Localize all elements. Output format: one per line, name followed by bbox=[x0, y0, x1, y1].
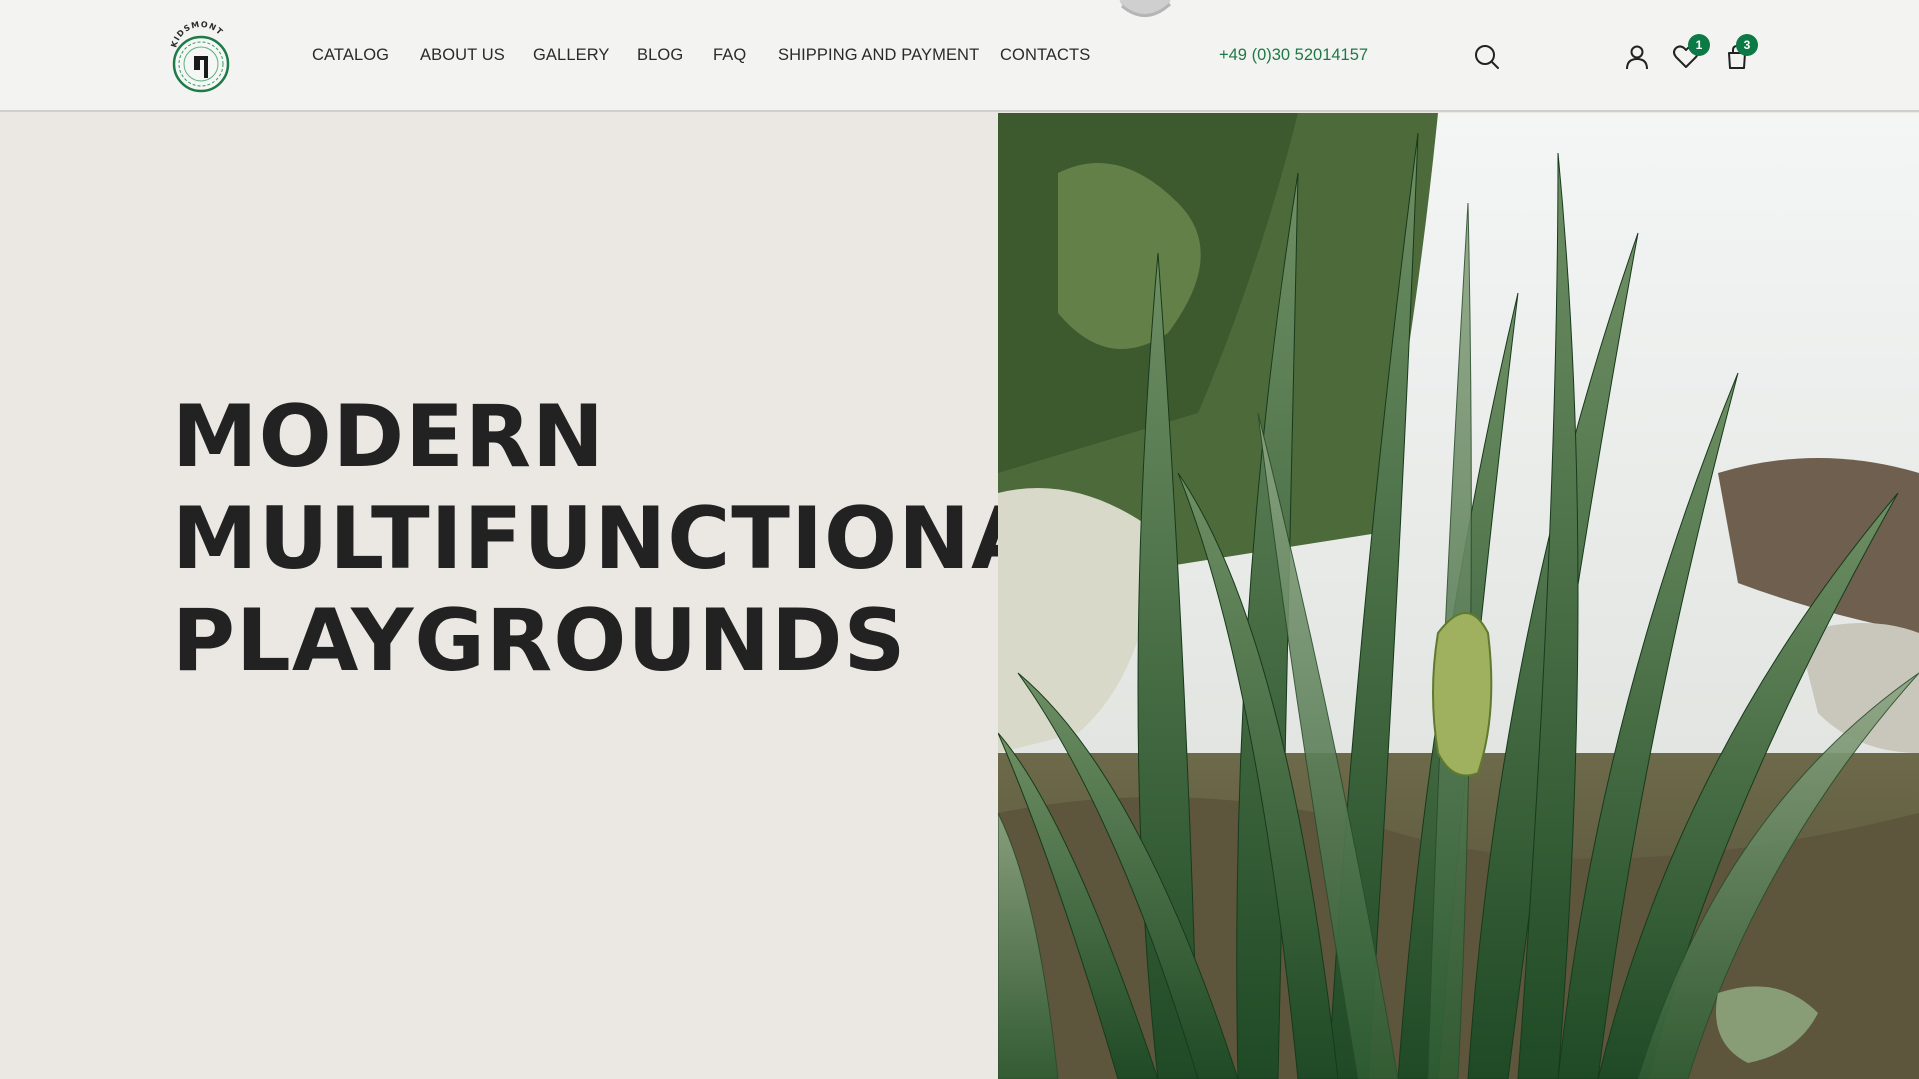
nav-item-blog[interactable]: BLOG bbox=[637, 46, 683, 65]
daffodil-plants-image bbox=[998, 113, 1919, 1079]
cart-count-badge: 3 bbox=[1736, 34, 1758, 56]
nav-item-contacts[interactable]: CONTACTS bbox=[1000, 46, 1090, 65]
user-icon bbox=[1626, 45, 1648, 70]
nav-item-faq[interactable]: FAQ bbox=[713, 46, 746, 65]
hero-title-line: MODERN bbox=[172, 387, 606, 487]
nav-item-about-us[interactable]: ABOUT US bbox=[420, 46, 505, 65]
hero-video[interactable] bbox=[998, 113, 1919, 1079]
hero-title: MODERN MULTIFUNCTIONAL PLAYGROUNDS bbox=[172, 386, 1095, 692]
site-header: KIDSMONT CATALOG ABOUT US GALLERY BLOG F… bbox=[0, 0, 1919, 112]
account-button[interactable] bbox=[1622, 42, 1652, 72]
loading-spinner-icon bbox=[1119, 0, 1172, 17]
nav-item-shipping-and-payment[interactable]: SHIPPING AND PAYMENT bbox=[778, 46, 979, 65]
search-icon bbox=[1475, 45, 1499, 69]
hero-title-line: PLAYGROUNDS bbox=[172, 591, 907, 691]
nav-item-gallery[interactable]: GALLERY bbox=[533, 46, 610, 65]
kidsmont-logo[interactable]: KIDSMONT bbox=[168, 20, 234, 94]
wishlist-count-badge: 1 bbox=[1688, 34, 1710, 56]
tree-ring-logo-icon: KIDSMONT bbox=[169, 20, 230, 93]
nav-item-catalog[interactable]: CATALOG bbox=[312, 46, 389, 65]
hero-title-line: MULTIFUNCTIONAL bbox=[172, 489, 1095, 589]
phone-link[interactable]: +49 (0)30 52014157 bbox=[1219, 46, 1368, 65]
search-button[interactable] bbox=[1472, 42, 1502, 72]
